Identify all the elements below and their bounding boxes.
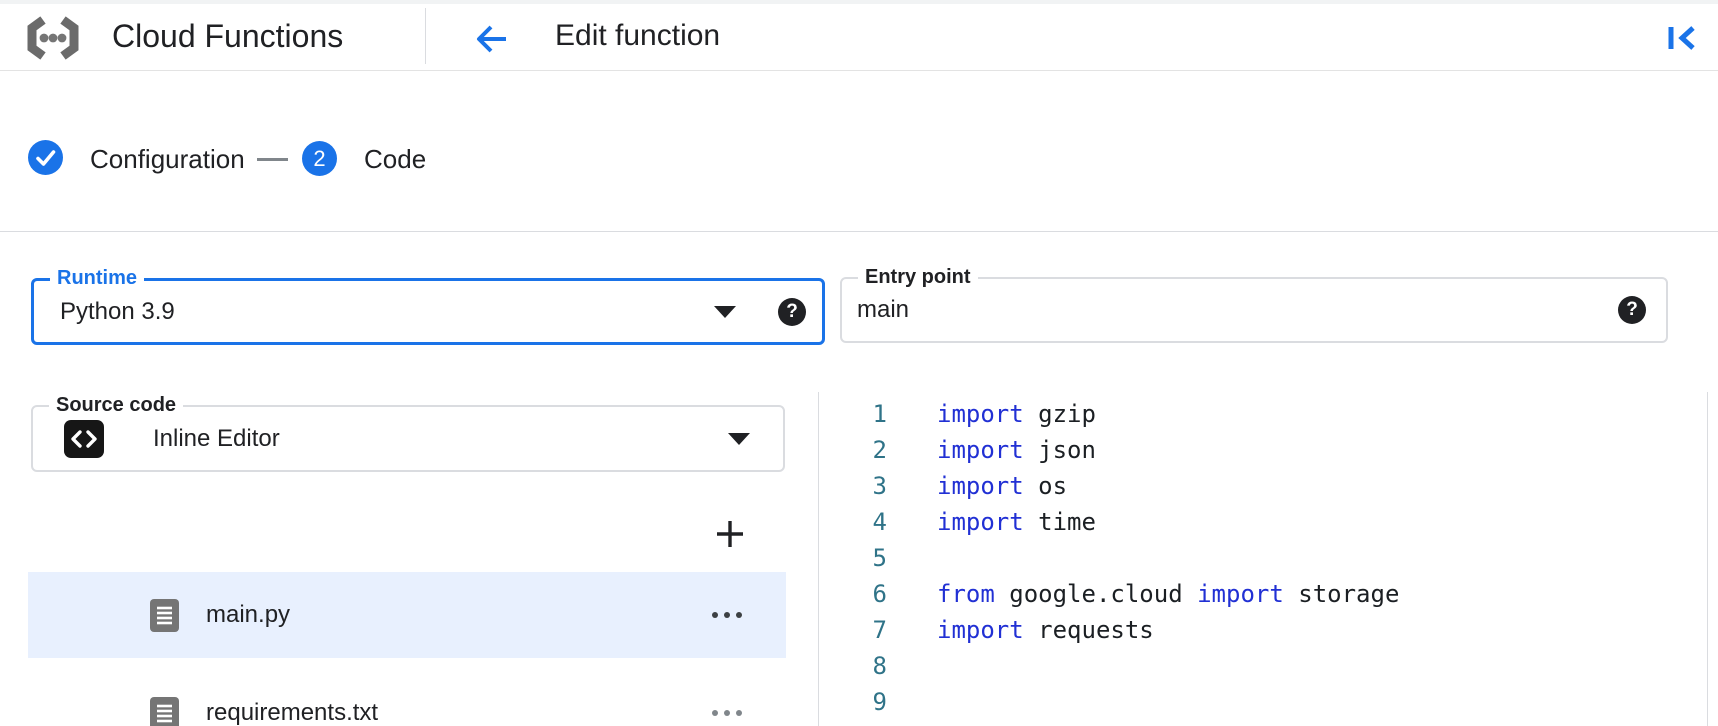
source-code-dropdown-caret-icon[interactable] — [728, 433, 750, 445]
line-number: 1 — [819, 396, 887, 432]
line-content[interactable]: import time — [887, 504, 1096, 540]
line-number: 7 — [819, 612, 887, 648]
back-arrow-button[interactable] — [474, 22, 510, 56]
entry-point-value[interactable]: main — [857, 296, 909, 324]
file-row[interactable]: requirements.txt — [28, 670, 786, 726]
editor-scrollbar-track[interactable] — [1707, 392, 1708, 726]
collapse-panel-icon[interactable] — [1666, 22, 1700, 54]
source-code-label: Source code — [49, 393, 183, 417]
line-content[interactable] — [887, 540, 937, 576]
code-line[interactable]: 4 import time — [819, 504, 1706, 540]
line-content[interactable]: import json — [887, 432, 1096, 468]
source-code-value: Inline Editor — [153, 425, 280, 453]
app-header: Cloud Functions Edit function — [0, 0, 1718, 71]
section-divider — [0, 231, 1718, 232]
code-line[interactable]: 7 import requests — [819, 612, 1706, 648]
entry-point-help-icon[interactable]: ? — [1618, 296, 1646, 324]
code-line[interactable]: 2 import json — [819, 432, 1706, 468]
code-line[interactable]: 9 — [819, 684, 1706, 720]
line-number: 5 — [819, 540, 887, 576]
file-row[interactable]: main.py — [28, 572, 786, 658]
line-content[interactable]: import requests — [887, 612, 1154, 648]
stepper-connector — [257, 158, 288, 161]
line-content[interactable]: import gzip — [887, 396, 1096, 432]
step2-number-badge[interactable]: 2 — [302, 141, 337, 176]
header-divider — [425, 8, 426, 64]
cloud-functions-edit-page: Cloud Functions Edit function Configurat… — [0, 0, 1718, 726]
code-line[interactable]: 1 import gzip — [819, 396, 1706, 432]
source-code-select[interactable]: Source code Inline Editor — [31, 405, 785, 472]
code-line[interactable]: 5 — [819, 540, 1706, 576]
code-line[interactable]: 6 from google.cloud import storage — [819, 576, 1706, 612]
entry-point-field[interactable]: Entry point main ? — [840, 277, 1668, 343]
step2-label-code[interactable]: Code — [364, 144, 426, 175]
code-line[interactable]: 3 import os — [819, 468, 1706, 504]
file-document-icon — [150, 697, 179, 726]
step1-complete-check-icon[interactable] — [28, 140, 63, 175]
file-more-options-icon[interactable] — [712, 612, 742, 618]
line-number: 2 — [819, 432, 887, 468]
runtime-dropdown-caret-icon[interactable] — [714, 306, 736, 318]
file-name: main.py — [206, 601, 290, 629]
line-number: 9 — [819, 684, 887, 720]
line-content[interactable]: import os — [887, 468, 1067, 504]
code-editor[interactable]: 1 import gzip 2 import json 3 import os … — [819, 396, 1706, 726]
line-number: 6 — [819, 576, 887, 612]
top-edge-strip — [0, 0, 1718, 4]
cloud-functions-logo-icon — [25, 15, 81, 61]
line-content[interactable]: from google.cloud import storage — [887, 576, 1399, 612]
file-name: requirements.txt — [206, 699, 378, 726]
product-title: Cloud Functions — [112, 18, 343, 55]
line-number: 8 — [819, 648, 887, 684]
line-number: 4 — [819, 504, 887, 540]
entry-point-label: Entry point — [858, 265, 978, 289]
inline-editor-code-icon — [64, 420, 104, 458]
runtime-label: Runtime — [50, 266, 144, 290]
file-document-icon — [150, 599, 179, 632]
line-number: 3 — [819, 468, 887, 504]
file-more-options-icon[interactable] — [712, 710, 742, 716]
add-file-button[interactable] — [714, 518, 746, 550]
line-content[interactable] — [887, 648, 937, 684]
page-title: Edit function — [555, 19, 720, 53]
runtime-select[interactable]: Runtime Python 3.9 ? — [31, 278, 825, 345]
step1-label-configuration[interactable]: Configuration — [90, 144, 245, 175]
code-line[interactable]: 8 — [819, 648, 1706, 684]
line-content[interactable] — [887, 684, 937, 720]
runtime-value: Python 3.9 — [60, 298, 175, 326]
runtime-help-icon[interactable]: ? — [778, 298, 806, 326]
